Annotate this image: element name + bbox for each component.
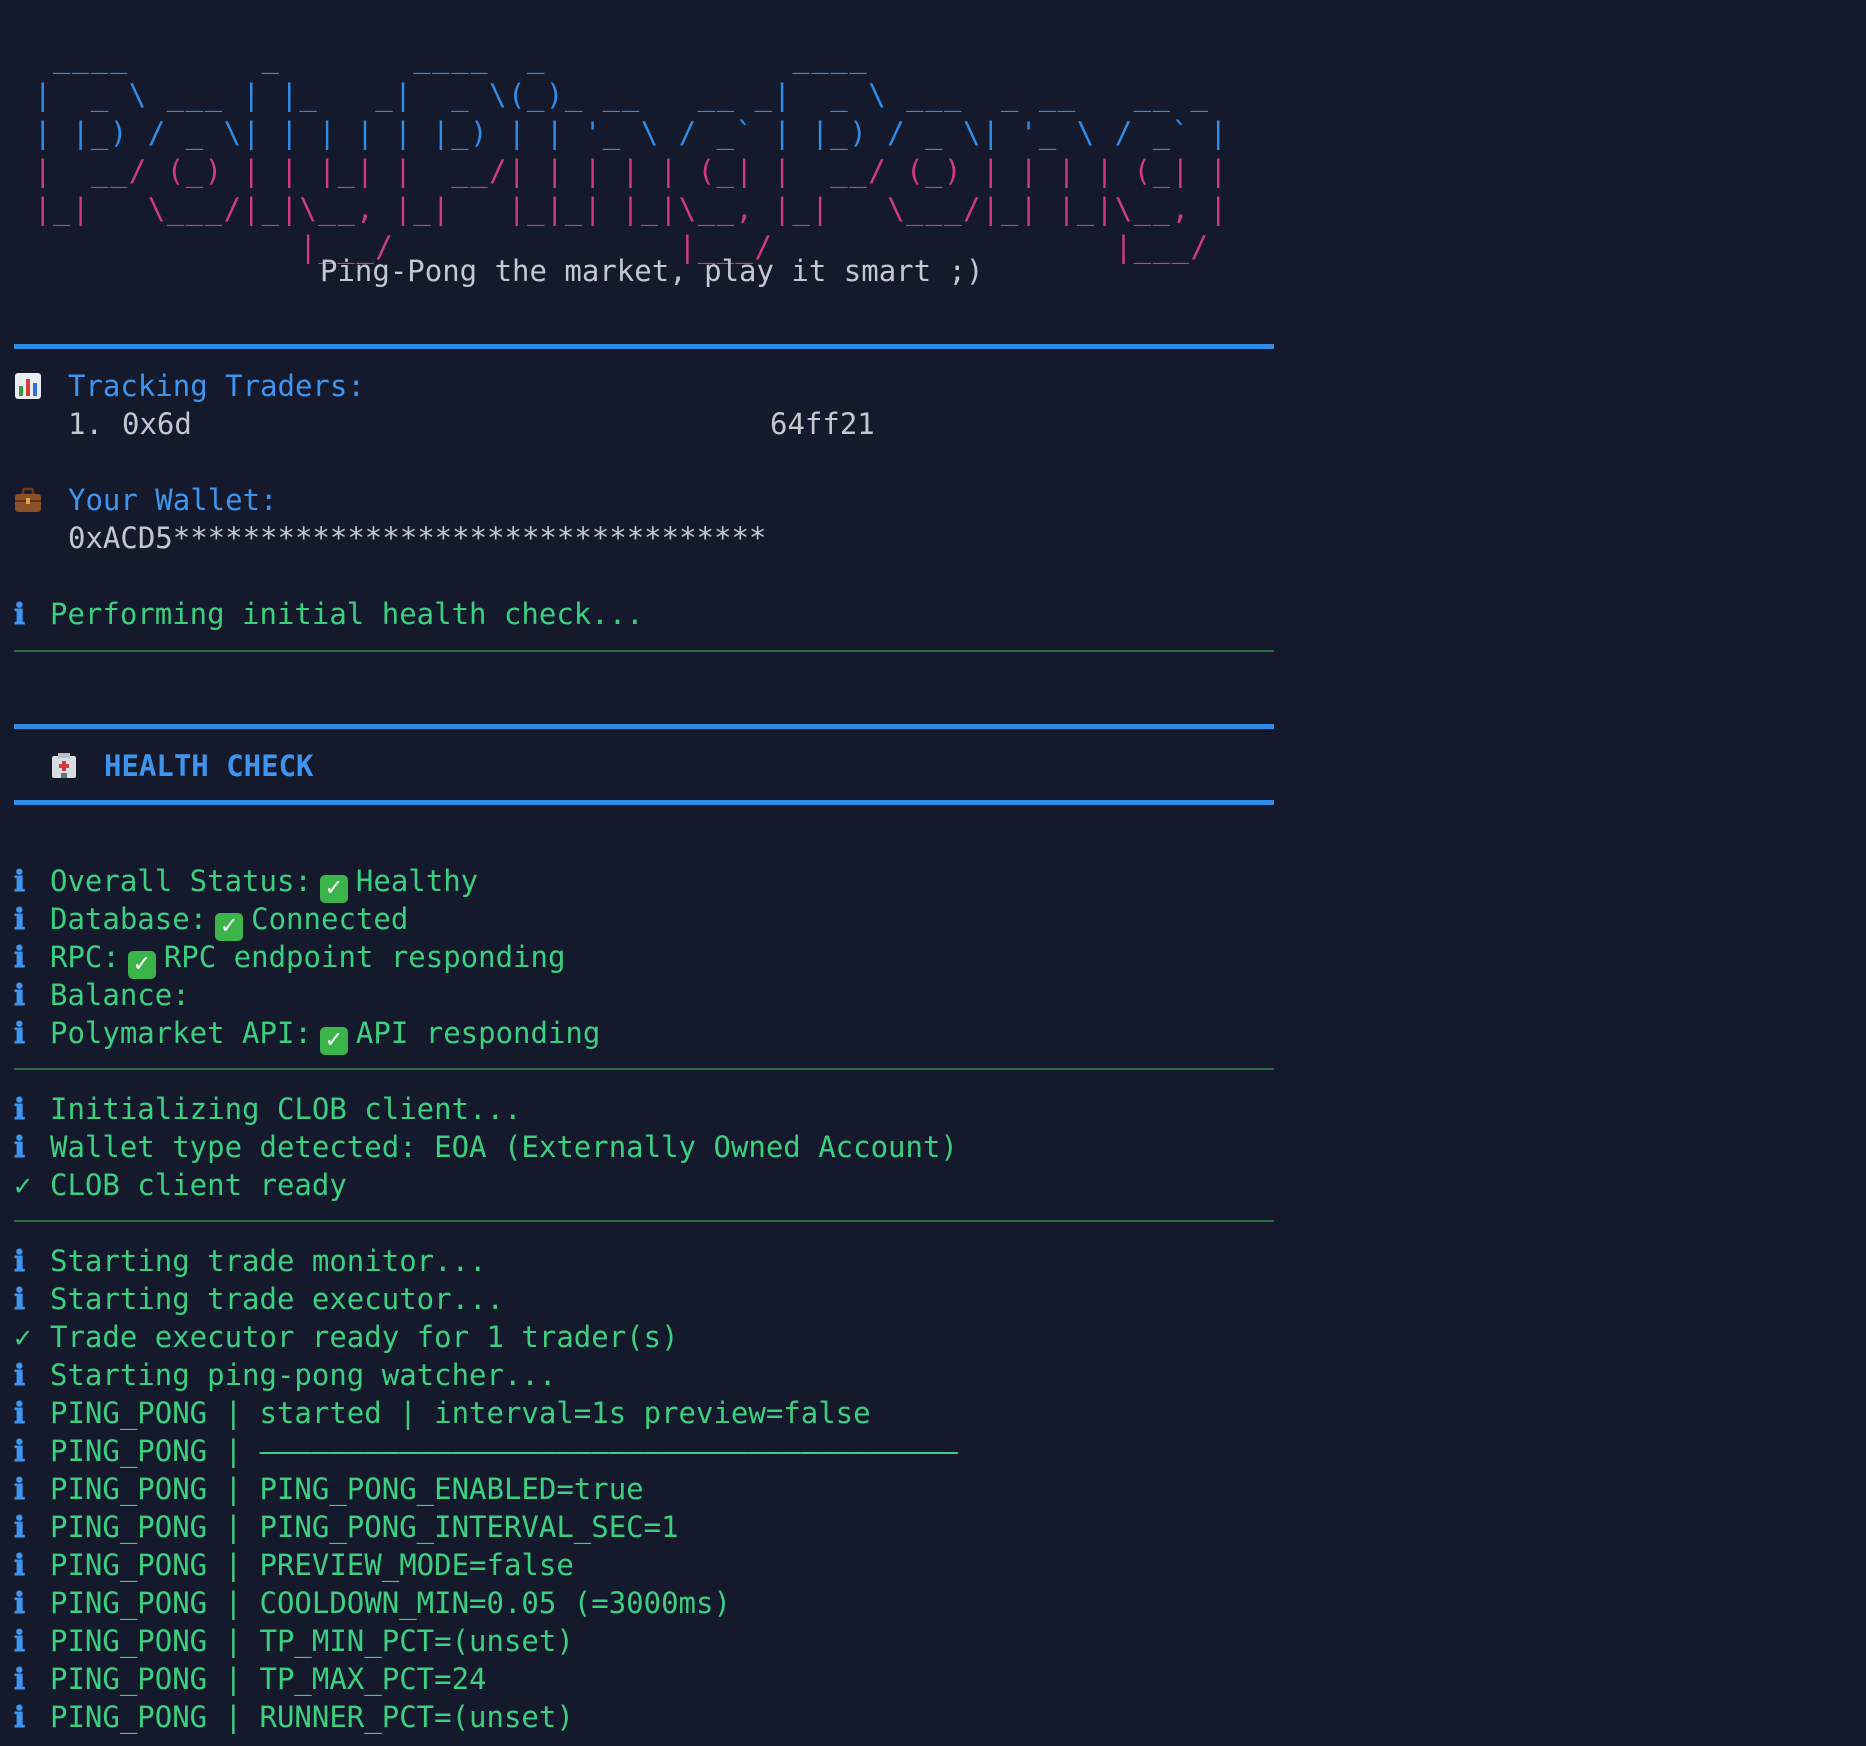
log-line: ℹ Balance:: [14, 976, 190, 1014]
health-value: Connected: [251, 902, 409, 936]
health-label: Balance:: [50, 978, 190, 1012]
divider: [14, 1220, 1274, 1222]
log-text: PING_PONG | RUNNER_PCT=(unset): [50, 1700, 574, 1734]
info-icon: ℹ: [14, 1472, 26, 1506]
divider: [14, 1068, 1274, 1070]
wallet-address: 0xACD5**********************************: [68, 521, 767, 555]
health-label: Overall Status:: [50, 864, 312, 898]
info-icon: ℹ: [14, 1586, 26, 1620]
check-mark-icon: ✓: [127, 951, 156, 979]
log-line: ℹ Performing initial health check...: [14, 595, 644, 633]
log-line: ℹ Starting ping-pong watcher...: [14, 1356, 556, 1394]
log-text: PING_PONG | ————————————————————————————…: [50, 1434, 958, 1468]
health-check-title: HEALTH CHECK: [104, 749, 314, 783]
info-icon: ℹ: [14, 597, 26, 631]
info-icon: ℹ: [14, 1396, 26, 1430]
log-text: Trade executor ready for 1 trader(s): [50, 1320, 679, 1354]
check-mark-icon: ✓: [319, 1027, 348, 1055]
log-text: PING_PONG | started | interval=1s previe…: [50, 1396, 871, 1430]
health-value: API responding: [355, 1016, 601, 1050]
log-line: ℹ PING_PONG | TP_MIN_PCT=(unset): [14, 1622, 574, 1660]
log-line: ℹ RPC: ✓ RPC endpoint responding: [14, 938, 566, 979]
info-icon: ℹ: [14, 1510, 26, 1544]
divider: [14, 724, 1274, 729]
info-icon: ℹ: [14, 1548, 26, 1582]
health-label: Polymarket API:: [50, 1016, 312, 1050]
check-mark-icon: ✓: [215, 913, 244, 941]
info-icon: ℹ: [14, 1016, 26, 1050]
log-line: ✓ Trade executor ready for 1 trader(s): [14, 1318, 679, 1356]
health-label: RPC:: [50, 940, 120, 974]
log-text: PING_PONG | PREVIEW_MODE=false: [50, 1548, 574, 1582]
check-mark-icon: ✓: [319, 875, 348, 903]
ascii-banner: ____ _ ____ _ ____ | _ \ ___ | |_ _| _ \…: [34, 38, 1228, 266]
info-icon: ℹ: [14, 1662, 26, 1696]
info-icon: ℹ: [14, 864, 26, 898]
divider: [14, 650, 1274, 652]
log-line: ℹ PING_PONG | RUNNER_PCT=(unset): [14, 1698, 574, 1736]
log-line: ℹ PING_PONG | PREVIEW_MODE=false: [14, 1546, 574, 1584]
tracking-title: Tracking Traders:: [68, 369, 365, 403]
log-text: Starting trade executor...: [50, 1282, 504, 1316]
log-line: ℹ Polymarket API: ✓ API responding: [14, 1014, 601, 1055]
log-text: Performing initial health check...: [50, 597, 644, 631]
log-line: ℹ PING_PONG | TP_MAX_PCT=24: [14, 1660, 487, 1698]
log-text: Starting ping-pong watcher...: [50, 1358, 557, 1392]
log-line: ℹ PING_PONG | COOLDOWN_MIN=0.05 (=3000ms): [14, 1584, 731, 1622]
wallet-title: Your Wallet:: [68, 483, 278, 517]
trader-index: 1.: [68, 407, 103, 441]
info-icon: ℹ: [14, 1700, 26, 1734]
log-text: Starting trade monitor...: [50, 1244, 487, 1278]
log-text: PING_PONG | TP_MAX_PCT=24: [50, 1662, 487, 1696]
log-text: Wallet type detected: EOA (Externally Ow…: [50, 1130, 958, 1164]
log-line: ℹ PING_PONG | ———————————————————————————…: [14, 1432, 958, 1470]
info-icon: ℹ: [14, 1282, 26, 1316]
log-line: ℹ Wallet type detected: EOA (Externally O…: [14, 1128, 958, 1166]
log-line: ℹ Overall Status: ✓ Healthy: [14, 862, 479, 903]
info-icon: ℹ: [14, 1358, 26, 1392]
log-text: PING_PONG | PING_PONG_ENABLED=true: [50, 1472, 644, 1506]
log-text: CLOB client ready: [50, 1168, 347, 1202]
hospital-icon: [52, 753, 76, 778]
log-line: ℹ Database: ✓ Connected: [14, 900, 409, 941]
info-icon: ℹ: [14, 978, 26, 1012]
log-line: ℹ PING_PONG | started | interval=1s previ…: [14, 1394, 871, 1432]
log-line: ℹ PING_PONG | PING_PONG_INTERVAL_SEC=1: [14, 1508, 679, 1546]
info-icon: ℹ: [14, 1092, 26, 1126]
check-icon: ✓: [14, 1320, 32, 1354]
info-icon: ℹ: [14, 1434, 26, 1468]
banner-line: | _ \ ___ | |_ _| _ \(_)_ __ __ _| _ \ _…: [34, 78, 1210, 112]
info-icon: ℹ: [14, 1624, 26, 1658]
info-icon: ℹ: [14, 940, 26, 974]
info-icon: ℹ: [14, 1130, 26, 1164]
banner-line: |_| \___/|_|\__, |_| |_|_| |_|\__, |_| \…: [34, 192, 1229, 226]
log-text: PING_PONG | TP_MIN_PCT=(unset): [50, 1624, 574, 1658]
banner-line: | __/ (_) | | |_| | __/| | | | | (_| | _…: [34, 154, 1229, 188]
log-line: ℹ Initializing CLOB client...: [14, 1090, 521, 1128]
health-value: RPC endpoint responding: [163, 940, 566, 974]
bar-chart-icon: [15, 373, 41, 399]
log-line: ℹ Starting trade monitor...: [14, 1242, 487, 1280]
divider: [14, 344, 1274, 349]
briefcase-icon: [15, 487, 41, 512]
trader-address-end[interactable]: 64ff21: [770, 405, 875, 443]
check-icon: ✓: [14, 1168, 32, 1202]
log-line: ✓ CLOB client ready: [14, 1166, 347, 1204]
health-label: Database:: [50, 902, 208, 936]
info-icon: ℹ: [14, 1244, 26, 1278]
tagline: Ping-Pong the market, play it smart ;): [320, 254, 984, 288]
trader-address-start[interactable]: 0x6d: [122, 405, 192, 443]
banner-line: ____ _ ____ _ ____: [34, 40, 869, 74]
info-icon: ℹ: [14, 902, 26, 936]
health-value: Healthy: [355, 864, 479, 898]
log-text: PING_PONG | PING_PONG_INTERVAL_SEC=1: [50, 1510, 679, 1544]
banner-line: | |_) / _ \| | | | | |_) | | '_ \ / _` |…: [34, 116, 1229, 150]
log-text: Initializing CLOB client...: [50, 1092, 522, 1126]
log-line: ℹ Starting trade executor...: [14, 1280, 504, 1318]
divider: [14, 800, 1274, 805]
log-line: ℹ PING_PONG | PING_PONG_ENABLED=true: [14, 1470, 644, 1508]
log-text: PING_PONG | COOLDOWN_MIN=0.05 (=3000ms): [50, 1586, 731, 1620]
